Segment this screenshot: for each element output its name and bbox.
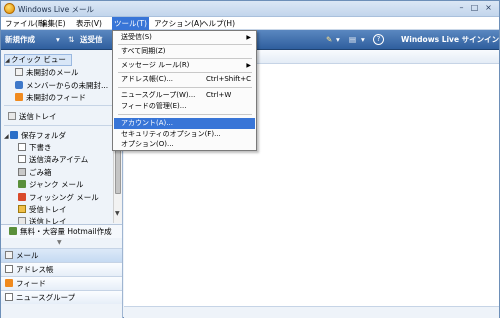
menu-item-address-book[interactable]: アドレス帳(C)... Ctrl+Shift+C bbox=[114, 74, 255, 85]
mail-icon bbox=[5, 251, 13, 259]
plus-icon bbox=[9, 227, 17, 235]
junk-icon bbox=[18, 180, 26, 188]
pen-dropdown-icon[interactable]: ▾ bbox=[336, 34, 340, 46]
quick-view-header[interactable]: ◢クイック ビュー bbox=[4, 54, 72, 66]
nav-address-book[interactable]: アドレス帳 bbox=[1, 262, 122, 276]
nav-feeds[interactable]: フィード bbox=[1, 276, 122, 290]
shortcut-label: Ctrl+Shift+C bbox=[206, 75, 251, 83]
trash-icon bbox=[18, 168, 26, 176]
drafts-icon bbox=[18, 143, 26, 151]
folder-pane: ◢クイック ビュー 未開封のメール メンバーからの未開封... 未開封のフィード… bbox=[1, 50, 123, 318]
title-bar[interactable]: Windows Live メール – □ × bbox=[1, 1, 499, 17]
tools-dropdown-menu: 送受信(S) ▶ すべて同期(Z) メッセージ ルール(R) ▶ アドレス帳(C).… bbox=[112, 30, 257, 151]
menu-item-sync-all[interactable]: すべて同期(Z) bbox=[114, 46, 255, 57]
status-bar bbox=[124, 306, 499, 318]
newsgroup-icon bbox=[5, 293, 13, 301]
menu-item-feed-manager[interactable]: フィードの管理(E)... bbox=[114, 101, 255, 112]
new-dropdown-icon[interactable]: ▾ bbox=[56, 34, 60, 46]
minimize-button[interactable]: – bbox=[456, 3, 467, 13]
view-dropdown-icon[interactable]: ▾ bbox=[361, 34, 365, 46]
close-button[interactable]: × bbox=[483, 3, 494, 13]
mail-icon bbox=[15, 68, 23, 76]
feed-icon bbox=[15, 93, 23, 101]
chevron-down-icon[interactable]: ▼ bbox=[57, 239, 62, 246]
menu-item-newsgroups[interactable]: ニュースグループ(W)... Ctrl+W bbox=[114, 90, 255, 101]
submenu-arrow-icon: ▶ bbox=[246, 34, 251, 41]
menu-bar: ファイル(F) 編集(E) 表示(V) ツール(T) アクション(A) ヘルプ(… bbox=[1, 17, 499, 30]
app-window: Windows Live メール – □ × ファイル(F) 編集(E) 表示(… bbox=[0, 0, 500, 318]
menu-separator bbox=[118, 114, 252, 115]
menu-separator bbox=[118, 72, 252, 73]
menu-help[interactable]: ヘルプ(H) bbox=[199, 17, 237, 30]
windows-live-signin-button[interactable]: Windows Live サインイン bbox=[401, 34, 499, 46]
window-title: Windows Live メール bbox=[18, 5, 95, 14]
menu-item-message-rules[interactable]: メッセージ ルール(R) ▶ bbox=[114, 60, 255, 71]
send-receive-button[interactable]: 送受信 bbox=[80, 34, 103, 46]
menu-actions[interactable]: アクション(A) bbox=[152, 17, 204, 30]
quickview-unread-mail[interactable]: 未開封のメール bbox=[15, 67, 127, 78]
phishing-icon bbox=[18, 193, 26, 201]
shortcut-label: Ctrl+W bbox=[206, 91, 232, 99]
menu-separator bbox=[118, 87, 252, 88]
hotmail-signup-link[interactable]: 無料・大容量 Hotmail作成 bbox=[1, 224, 122, 238]
inbox-icon bbox=[18, 205, 26, 213]
maximize-button[interactable]: □ bbox=[469, 3, 480, 13]
menu-separator bbox=[118, 58, 252, 59]
divider bbox=[4, 105, 112, 106]
nav-mail[interactable]: メール bbox=[1, 248, 122, 262]
pen-icon[interactable]: ✎ bbox=[326, 34, 332, 46]
quickview-unread-contacts[interactable]: メンバーからの未開封... bbox=[15, 80, 127, 91]
outbox-folder[interactable]: 送信トレイ bbox=[8, 111, 120, 122]
contacts-icon bbox=[15, 81, 23, 89]
scroll-down-icon[interactable]: ▼ bbox=[115, 210, 120, 217]
app-icon bbox=[4, 3, 15, 14]
menu-tools[interactable]: ツール(T) bbox=[112, 17, 149, 30]
view-menu-icon[interactable]: ▤ bbox=[349, 34, 356, 46]
help-icon[interactable]: ? bbox=[373, 34, 384, 45]
feed-icon bbox=[5, 279, 13, 287]
storage-folders-header[interactable]: ◢ 保存フォルダ bbox=[4, 130, 116, 141]
address-book-icon bbox=[5, 265, 13, 273]
menu-item-send-receive[interactable]: 送受信(S) ▶ bbox=[114, 32, 255, 43]
submenu-arrow-icon: ▶ bbox=[246, 62, 251, 69]
sent-icon bbox=[18, 155, 26, 163]
menu-edit[interactable]: 編集(E) bbox=[38, 17, 68, 30]
divider bbox=[4, 125, 112, 126]
menu-item-options[interactable]: オプション(O)... bbox=[114, 139, 255, 150]
new-button[interactable]: 新規作成 bbox=[5, 34, 35, 46]
sync-icon: ⇅ bbox=[68, 35, 75, 44]
menu-item-accounts[interactable]: アカウント(A)... bbox=[114, 118, 255, 129]
quickview-unread-feeds[interactable]: 未開封のフィード bbox=[15, 92, 127, 103]
menu-view[interactable]: 表示(V) bbox=[74, 17, 104, 30]
outbox-icon bbox=[8, 112, 16, 120]
storage-icon bbox=[10, 131, 18, 139]
nav-newsgroups[interactable]: ニュースグループ bbox=[1, 290, 122, 304]
menu-separator bbox=[118, 44, 252, 45]
